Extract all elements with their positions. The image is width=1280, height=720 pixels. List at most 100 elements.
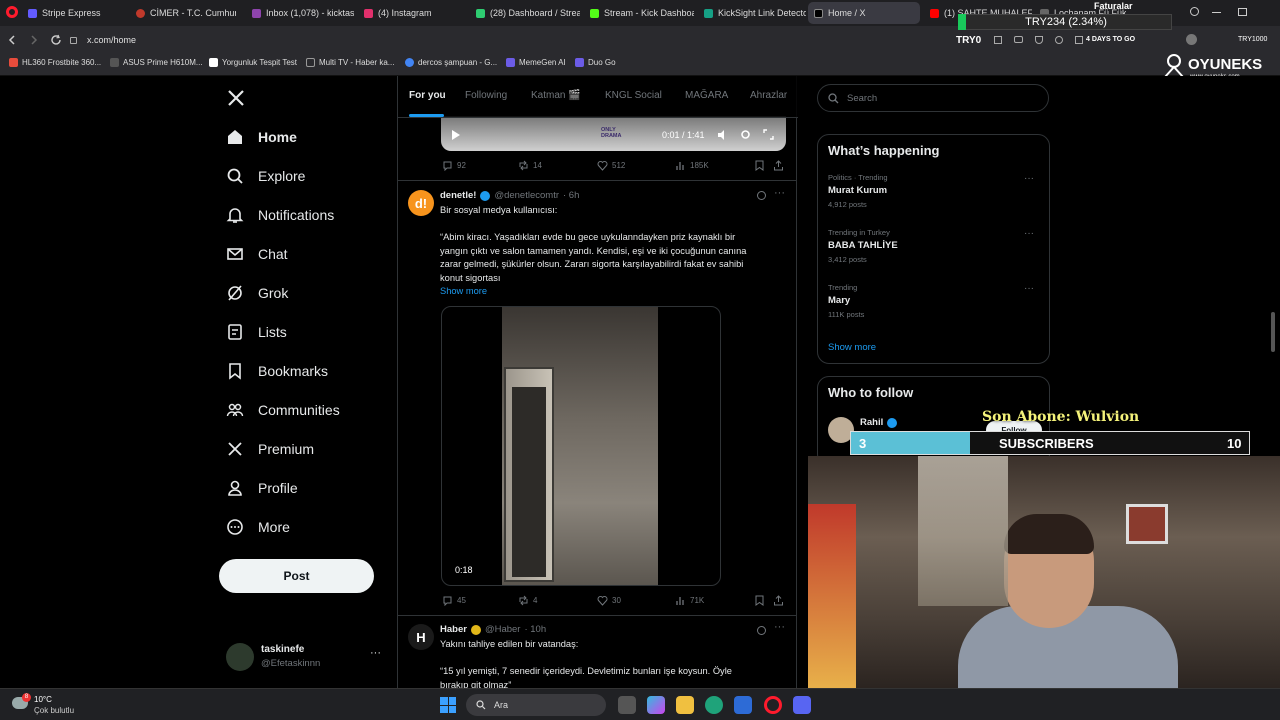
search-input[interactable]: Search [817,84,1049,112]
show-more-link[interactable]: Show more [828,342,876,353]
profile-avatar-icon[interactable] [1186,34,1197,45]
page-scrollbar[interactable] [1271,312,1275,352]
author-handle[interactable]: @denetlecomtr [494,190,559,201]
file-explorer-icon[interactable] [676,696,694,714]
reply-button[interactable]: 92 [442,160,466,171]
bookmark-asus[interactable]: ASUS Prime H610M... [110,58,203,67]
edge-icon[interactable] [705,696,723,714]
repost-button[interactable]: 14 [518,160,542,171]
nav-premium[interactable]: Premium [226,435,314,463]
trend-item[interactable]: Trending Mary 111K posts ··· [828,283,1040,319]
tab-dashboard[interactable]: (28) Dashboard / Stream [470,2,580,24]
like-button[interactable]: 30 [597,595,621,606]
grok-icon[interactable] [757,626,766,635]
nav-home[interactable]: Home [226,123,297,151]
post-time[interactable]: · 6h [563,190,579,201]
tab-magara[interactable]: MAĞARA [685,90,728,101]
nav-more[interactable]: More [226,513,290,541]
like-button[interactable]: 512 [597,160,625,171]
nav-grok[interactable]: Grok [226,279,288,307]
fullscreen-icon[interactable] [763,129,774,140]
opera-icon[interactable] [764,696,782,714]
forward-icon[interactable] [28,34,40,46]
discord-icon[interactable] [793,696,811,714]
weather-widget[interactable]: 8 10°C Çok bulutlu [8,693,98,717]
tab-inbox[interactable]: Inbox (1,078) - kicktaski [246,2,354,24]
bookmark-yorgunluk[interactable]: Yorgunluk Tespit Test [209,58,297,67]
more-dots-icon[interactable]: ··· [774,621,785,633]
bookmark-multitv[interactable]: Multi TV - Haber ka... [306,58,394,67]
puzzle-icon[interactable] [1075,36,1083,44]
nav-bookmarks[interactable]: Bookmarks [226,357,328,385]
nav-profile[interactable]: Profile [226,474,298,502]
repost-button[interactable]: 4 [518,595,537,606]
views-button[interactable]: 185K [675,160,709,171]
url-field[interactable]: x.com/home [70,30,950,50]
reload-icon[interactable] [50,34,62,46]
bookmark-button[interactable] [754,160,765,171]
camera-icon[interactable] [1014,36,1023,43]
share-button[interactable] [773,160,784,171]
maximize-icon[interactable] [1238,8,1247,16]
edit-icon[interactable] [994,36,1002,44]
trend-item[interactable]: Trending in Turkey BABA TAHLİYE 3,412 po… [828,228,1040,264]
video-player[interactable]: ONLY DRAMA 0:01 / 1:41 [441,116,786,151]
tab-stripe[interactable]: Stripe Express [22,2,126,24]
tab-instagram[interactable]: (4) Instagram [358,2,466,24]
tab-home-x[interactable]: Home / X [808,2,920,24]
more-dots-icon[interactable]: ··· [774,187,785,199]
tab-cimer[interactable]: CİMER - T.C. Cumhurbaşk [130,2,236,24]
post-time[interactable]: · 10h [524,624,546,635]
tab-following[interactable]: Following [465,90,507,101]
copilot-icon[interactable] [647,696,665,714]
author-name[interactable]: denetle! [440,190,476,201]
opera-icon[interactable] [6,6,18,18]
nav-lists[interactable]: Lists [226,318,287,346]
nav-communities[interactable]: Communities [226,396,340,424]
author-name[interactable]: Haber [440,624,467,635]
minimize-icon[interactable] [1212,12,1221,13]
taskbar-search[interactable]: Ara [466,694,606,716]
task-view-icon[interactable] [618,696,636,714]
account-switcher[interactable]: taskinefe @Efetaskinnn ··· [226,641,386,677]
shield-icon[interactable] [1035,36,1043,44]
bookmark-memegen[interactable]: MemeGen AI [506,58,566,67]
more-dots-icon[interactable]: ··· [370,647,381,659]
volume-icon[interactable] [717,130,728,140]
avatar[interactable]: H [408,624,434,650]
reply-button[interactable]: 45 [442,595,466,606]
more-dots-icon[interactable]: ··· [1024,228,1034,239]
tab-katman[interactable]: Katman 🎬 [531,90,581,101]
avatar[interactable]: d! [408,190,434,216]
nav-explore[interactable]: Explore [226,162,305,190]
x-logo-icon[interactable] [227,89,245,107]
grok-icon[interactable] [757,191,766,200]
tab-for-you[interactable]: For you [409,90,446,101]
bookmark-hl360[interactable]: HL360 Frostbite 360... [9,58,101,67]
video-player[interactable]: 0:18 [441,306,721,586]
follow-name[interactable]: Rahil [860,417,898,428]
author-handle[interactable]: @Haber [485,624,521,635]
tab-kngl-social[interactable]: KNGL Social [605,90,662,101]
trend-item[interactable]: Politics · Trending Murat Kurum 4,912 po… [828,173,1040,209]
windows-start-icon[interactable] [440,697,456,713]
bookmark-button[interactable] [754,595,765,606]
views-button[interactable]: 71K [675,595,704,606]
tab-kicksight[interactable]: KickSight Link Detector [698,2,806,24]
more-dots-icon[interactable]: ··· [1024,173,1034,184]
bookmark-dercos[interactable]: dercos şampuan - G... [405,58,497,67]
tab-ahrazlar[interactable]: Ahrazlar [750,90,787,101]
store-icon[interactable] [734,696,752,714]
bookmark-duogo[interactable]: Duo Go [575,58,616,67]
nav-chat[interactable]: Chat [226,240,288,268]
extension-icon[interactable] [1055,36,1063,44]
settings-gear-icon[interactable] [740,129,751,140]
back-icon[interactable] [6,34,18,46]
play-icon[interactable] [451,130,461,140]
more-dots-icon[interactable]: ··· [1024,283,1034,294]
show-more-link[interactable]: Show more [440,285,487,299]
share-button[interactable] [773,595,784,606]
post-button[interactable]: Post [219,559,374,593]
search-tabs-icon[interactable] [1190,7,1199,16]
tab-kick-dashboard[interactable]: Stream - Kick Dashboard [584,2,694,24]
